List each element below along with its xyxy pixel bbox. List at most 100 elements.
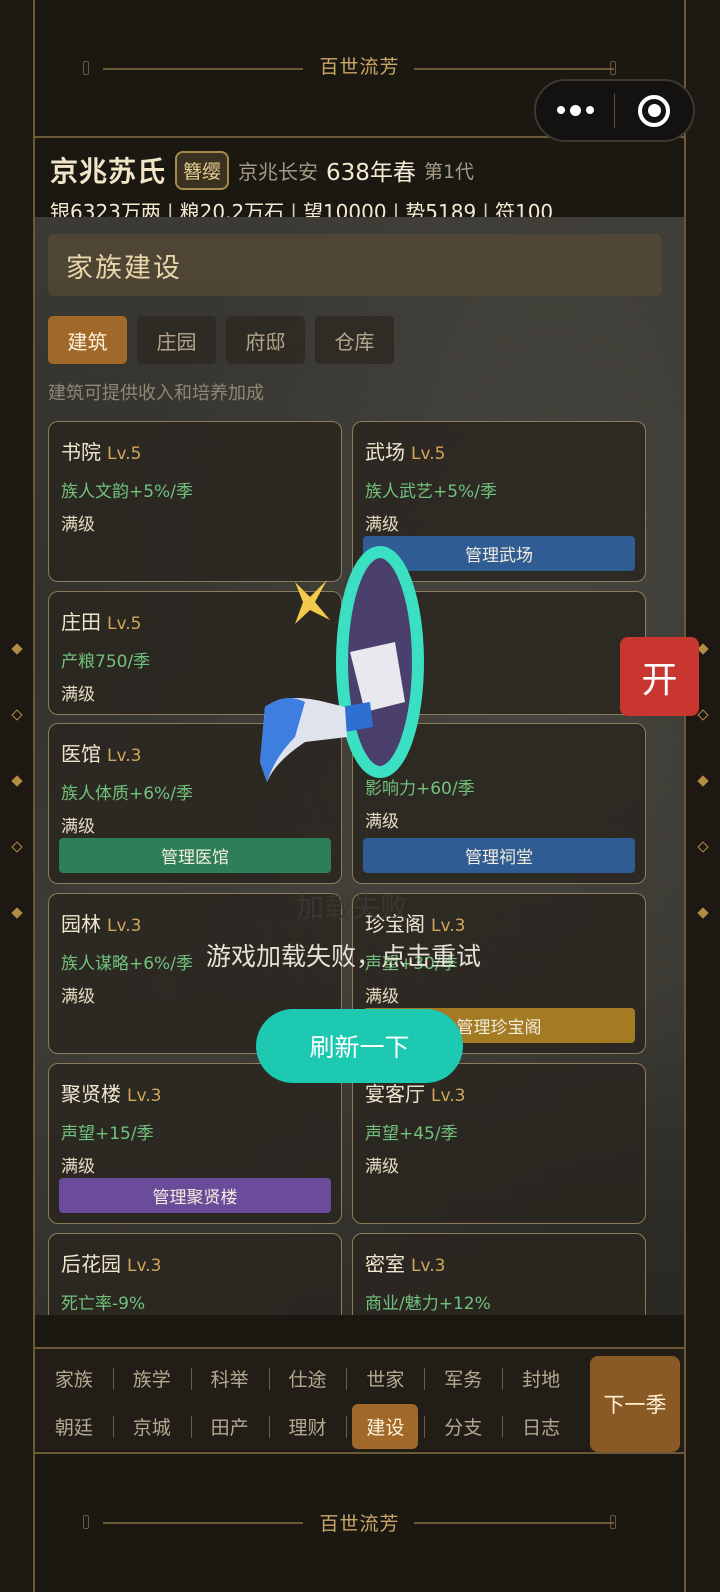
diamond-outline-icon <box>11 841 23 853</box>
tab-mansion[interactable]: 府邸 <box>226 316 305 364</box>
nav-item-capital[interactable]: 京城 <box>112 1404 191 1448</box>
building-status: 满级 <box>365 680 399 700</box>
nav-active-label: 建设 <box>352 1403 419 1449</box>
nav-item-military[interactable]: 军务 <box>424 1356 502 1400</box>
manage-martial-field-button[interactable]: 管理武场 <box>363 536 635 571</box>
diamond-icon <box>11 643 23 655</box>
target-circle-icon <box>638 94 670 127</box>
nav-item-fief[interactable]: 封地 <box>502 1356 580 1400</box>
building-card-clinic[interactable]: 医馆 Lv.3 族人体质+6%/季 满级 管理医馆 <box>48 723 342 884</box>
construction-panel: 家族建设 建筑 庄园 府邸 仓库 建筑可提供收入和培养加成 书院 Lv.5 族人文… <box>35 217 684 1315</box>
diamond-icon <box>11 907 23 919</box>
building-status: 满级 <box>61 1157 95 1177</box>
clan-location: 京兆长安 <box>238 159 319 184</box>
building-name: 聚贤楼 <box>61 1082 121 1106</box>
building-level: Lv.3 <box>431 916 466 936</box>
nav-item-estate[interactable]: 田产 <box>190 1404 269 1448</box>
building-name: 密室 <box>365 1252 405 1276</box>
nav-item-noble-families[interactable]: 世家 <box>346 1356 424 1400</box>
building-status: 满级 <box>61 515 95 535</box>
rank-badge: 簪缨 <box>175 150 230 190</box>
nav-row-1: 家族 族学 科举 仕途 世家 军务 封地 <box>35 1356 580 1400</box>
game-year: 638年春 <box>326 160 416 186</box>
more-menu-icon[interactable] <box>536 104 614 116</box>
building-card-back-garden[interactable]: 后花园 Lv.3 死亡率-9% <box>48 1233 342 1315</box>
banner-line-left <box>103 68 303 70</box>
building-effect: 声望+30/季 <box>365 954 458 974</box>
banner-cap-right <box>610 1515 616 1529</box>
building-card-talent-hall[interactable]: 聚贤楼 Lv.3 声望+15/季 满级 管理聚贤楼 <box>48 1063 342 1224</box>
banner-line-right <box>414 68 614 70</box>
bottom-navigation: 家族 族学 科举 仕途 世家 军务 封地 朝廷 京城 田产 理财 建设 分支 日… <box>35 1347 684 1452</box>
building-level: v.4 <box>371 742 396 762</box>
building-level: Lv.3 <box>107 916 142 936</box>
section-title: 家族建设 <box>48 234 662 296</box>
building-card-farmland[interactable]: 庄田 Lv.5 产粮750/季 满级 <box>48 591 342 715</box>
banner-title: 百世流芳 <box>311 51 408 79</box>
manage-ancestral-hall-button[interactable]: 管理祠堂 <box>363 838 635 873</box>
manage-talent-hall-button[interactable]: 管理聚贤楼 <box>59 1178 331 1213</box>
building-level: .5 <box>371 610 388 630</box>
building-name: 园林 <box>61 912 101 936</box>
building-status: 满级 <box>61 817 95 837</box>
tab-manor[interactable]: 庄园 <box>137 316 216 364</box>
nav-item-career[interactable]: 仕途 <box>268 1356 347 1400</box>
nav-item-imperial-exam[interactable]: 科举 <box>190 1356 269 1400</box>
nav-row-2: 朝廷 京城 田产 理财 建设 分支 日志 <box>35 1403 580 1449</box>
building-level: Lv.3 <box>431 1086 466 1106</box>
building-effect: 族人体质+6%/季 <box>61 784 193 804</box>
building-status: 满级 <box>61 987 95 1007</box>
building-name: 书院 <box>61 440 101 464</box>
tab-warehouse[interactable]: 仓库 <box>315 316 394 364</box>
tab-buildings[interactable]: 建筑 <box>48 316 127 364</box>
building-card-ancestral-hall[interactable]: v.4 影响力+60/季 满级 管理祠堂 <box>352 723 646 884</box>
generation: 第1代 <box>423 160 475 183</box>
clan-header: 京兆苏氏 簪缨 京兆长安 638年春 第1代 银6323万两 | 粮20.2万石 | 望… <box>50 150 690 225</box>
building-name: 庄田 <box>61 610 101 634</box>
section-hint: 建筑可提供收入和培养加成 <box>48 383 264 404</box>
refresh-button[interactable]: 刷新一下 <box>256 1009 463 1083</box>
next-season-button[interactable]: 下一季 <box>590 1356 680 1452</box>
nav-item-log[interactable]: 日志 <box>502 1404 580 1448</box>
building-card-academy[interactable]: 书院 Lv.5 族人文韵+5%/季 满级 <box>48 421 342 582</box>
miniprogram-capsule <box>534 79 695 142</box>
building-status: 满级 <box>365 1157 399 1177</box>
banner-cap-right <box>610 61 616 75</box>
building-status: 满级 <box>365 515 399 535</box>
open-floating-button[interactable]: 开 <box>620 637 699 716</box>
building-card-partial[interactable]: .5 两/季 满级 <box>352 591 646 715</box>
building-level: Lv.3 <box>107 746 142 766</box>
building-card-martial-field[interactable]: 武场 Lv.5 族人武艺+5%/季 满级 管理武场 <box>352 421 646 582</box>
nav-item-construction[interactable]: 建设 <box>346 1403 424 1449</box>
building-effect: 声望+15/季 <box>61 1124 154 1144</box>
building-status: 满级 <box>61 685 95 705</box>
nav-item-family[interactable]: 家族 <box>35 1356 113 1400</box>
bottom-banner: 百世流芳 <box>35 1452 684 1590</box>
building-effect: 声望+45/季 <box>365 1124 458 1144</box>
diamond-outline-icon <box>11 709 23 721</box>
nav-item-branches[interactable]: 分支 <box>424 1404 502 1448</box>
nav-item-clan-school[interactable]: 族学 <box>112 1356 191 1400</box>
building-card-banquet-hall[interactable]: 宴客厅 Lv.3 声望+45/季 满级 <box>352 1063 646 1224</box>
banner-line-left <box>103 1522 303 1524</box>
close-miniprogram-button[interactable] <box>615 94 693 127</box>
manage-clinic-button[interactable]: 管理医馆 <box>59 838 331 873</box>
building-card-secret-room[interactable]: 密室 Lv.3 商业/魅力+12% <box>352 1233 646 1315</box>
diamond-icon <box>697 643 709 655</box>
diamond-icon <box>697 907 709 919</box>
building-name: 武场 <box>365 440 405 464</box>
building-effect: 族人武艺+5%/季 <box>365 482 497 502</box>
building-level: Lv.3 <box>411 1256 446 1276</box>
building-name: 宴客厅 <box>365 1082 425 1106</box>
banner-cap-left <box>83 61 89 75</box>
building-level: Lv.3 <box>127 1256 162 1276</box>
building-tabs: 建筑 庄园 府邸 仓库 <box>48 316 394 364</box>
building-name: 后花园 <box>61 1252 121 1276</box>
building-effect: 族人文韵+5%/季 <box>61 482 193 502</box>
building-name: 珍宝阁 <box>365 912 425 936</box>
nav-item-finance[interactable]: 理财 <box>268 1404 347 1448</box>
building-level: Lv.5 <box>411 444 446 464</box>
clan-name: 京兆苏氏 <box>50 155 167 188</box>
nav-item-court[interactable]: 朝廷 <box>35 1404 113 1448</box>
left-side-ornament <box>11 643 23 975</box>
